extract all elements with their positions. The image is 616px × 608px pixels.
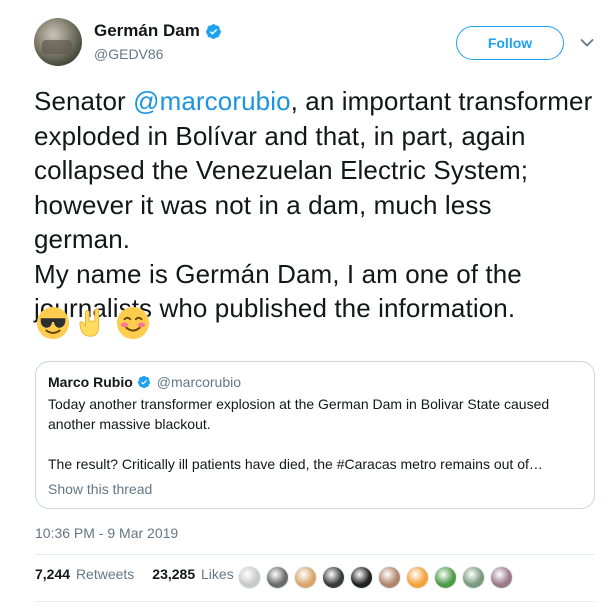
- author-name[interactable]: Germán Dam: [94, 21, 200, 41]
- author-handle[interactable]: @GEDV86: [94, 46, 222, 62]
- author-name-row[interactable]: Germán Dam: [94, 21, 222, 41]
- follow-button[interactable]: Follow: [456, 26, 564, 60]
- tweet-card: Germán Dam @GEDV86 Follow Senator @marco…: [0, 0, 616, 608]
- quoted-tweet-header: Marco Rubio @marcorubio: [48, 374, 582, 390]
- retweets-count: 7,244: [35, 566, 71, 582]
- tweet-paragraph-1: Senator @marcorubio, an important transf…: [34, 84, 594, 257]
- liker-avatar[interactable]: [238, 566, 261, 589]
- liker-avatars: [238, 566, 513, 589]
- mention-link[interactable]: @marcorubio: [133, 86, 291, 116]
- liker-avatar[interactable]: [350, 566, 373, 589]
- liker-avatar[interactable]: [490, 566, 513, 589]
- quoted-tweet[interactable]: Marco Rubio @marcorubio Today another tr…: [35, 361, 595, 509]
- liker-avatar[interactable]: [294, 566, 317, 589]
- divider: [35, 601, 595, 602]
- tweet-text: Senator @marcorubio, an important transf…: [34, 84, 594, 326]
- liker-avatar[interactable]: [434, 566, 457, 589]
- show-thread-link[interactable]: Show this thread: [48, 481, 582, 497]
- author-block: Germán Dam @GEDV86: [94, 21, 222, 62]
- liker-avatar[interactable]: [406, 566, 429, 589]
- smiling-blush-face-emoji-icon: [116, 306, 150, 340]
- tweet-text-prefix: Senator: [34, 86, 134, 116]
- verified-badge-icon: [205, 23, 221, 39]
- liker-avatar[interactable]: [266, 566, 289, 589]
- retweets-label: Retweets: [75, 566, 135, 582]
- liker-avatar[interactable]: [322, 566, 345, 589]
- tweet-stats: 7,244 Retweets 23,285 Likes: [35, 566, 252, 582]
- rock-on-hand-emoji-icon: [79, 308, 100, 337]
- quoted-author-name[interactable]: Marco Rubio: [48, 374, 133, 390]
- quoted-text-line-1: Today another transformer explosion at t…: [48, 396, 550, 432]
- sunglasses-face-emoji-icon: [36, 306, 70, 340]
- author-avatar[interactable]: [34, 18, 82, 66]
- likes-count: 23,285: [152, 566, 196, 582]
- liker-avatar[interactable]: [378, 566, 401, 589]
- chevron-down-icon[interactable]: [580, 38, 594, 48]
- verified-badge-icon: [137, 375, 150, 389]
- quoted-author-handle[interactable]: @marcorubio: [157, 374, 241, 390]
- quoted-tweet-body: Today another transformer explosion at t…: [48, 394, 582, 474]
- emoji-row: [36, 306, 150, 340]
- tweet-timestamp[interactable]: 10:36 PM - 9 Mar 2019: [35, 525, 178, 541]
- likes-label: Likes: [201, 566, 234, 582]
- likes-stat[interactable]: 23,285 Likes: [152, 566, 233, 582]
- liker-avatar[interactable]: [462, 566, 485, 589]
- retweets-stat[interactable]: 7,244 Retweets: [35, 566, 134, 582]
- quoted-text-line-2: The result? Critically ill patients have…: [48, 456, 543, 472]
- divider: [35, 554, 595, 555]
